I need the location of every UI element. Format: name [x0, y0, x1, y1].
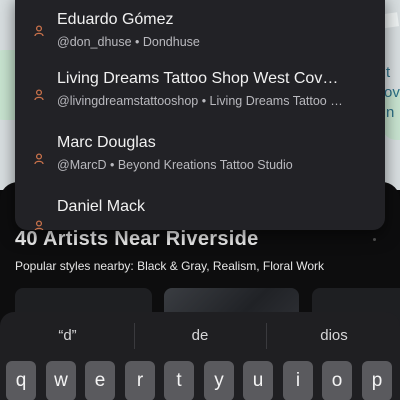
prediction-divider [266, 323, 267, 349]
person-icon [34, 89, 44, 101]
suggestion-name: Daniel Mack [57, 198, 146, 215]
suggestion-item[interactable]: Marc Douglas @MarcD • Beyond Kreations T… [15, 122, 385, 186]
key-u[interactable]: u [243, 361, 273, 400]
suggestion-meta: @livingdreamstattooshop • Living Dreams … [57, 94, 343, 108]
suggestion-item[interactable]: Daniel Mack [15, 186, 385, 230]
person-icon [34, 25, 44, 37]
key-q[interactable]: q [6, 361, 36, 400]
key-p[interactable]: p [362, 361, 392, 400]
results-subtitle: Popular styles nearby: Black & Gray, Rea… [15, 259, 324, 273]
key-r[interactable]: r [125, 361, 155, 400]
key-w[interactable]: w [46, 361, 76, 400]
prediction-divider [134, 323, 135, 349]
prediction-item[interactable]: de [150, 327, 250, 344]
person-icon [34, 153, 44, 165]
map-label: t [386, 64, 391, 81]
key-i[interactable]: i [283, 361, 313, 400]
key-o[interactable]: o [322, 361, 352, 400]
map-label: ov [384, 84, 400, 101]
search-suggestions-dropdown: Eduardo Gómez @don_dhuse • Dondhuse Livi… [15, 0, 385, 230]
suggestion-item[interactable]: Living Dreams Tattoo Shop West Cov… @liv… [15, 58, 385, 122]
key-y[interactable]: y [204, 361, 234, 400]
results-title: 40 Artists Near Riverside [15, 228, 259, 250]
key-t[interactable]: t [164, 361, 194, 400]
sheet-indicator [373, 238, 376, 241]
suggestion-meta: @MarcD • Beyond Kreations Tattoo Studio [57, 158, 293, 172]
suggestion-item[interactable]: Eduardo Gómez @don_dhuse • Dondhuse [15, 0, 385, 58]
suggestion-name: Eduardo Gómez [57, 11, 174, 28]
suggestion-name: Marc Douglas [57, 134, 156, 151]
prediction-item[interactable]: “d” [20, 327, 115, 344]
prediction-item[interactable]: dios [284, 327, 384, 344]
suggestion-name: Living Dreams Tattoo Shop West Cov… [57, 70, 339, 87]
key-e[interactable]: e [85, 361, 115, 400]
map-label: n [386, 104, 395, 121]
person-icon [34, 220, 44, 230]
suggestion-meta: @don_dhuse • Dondhuse [57, 35, 200, 49]
